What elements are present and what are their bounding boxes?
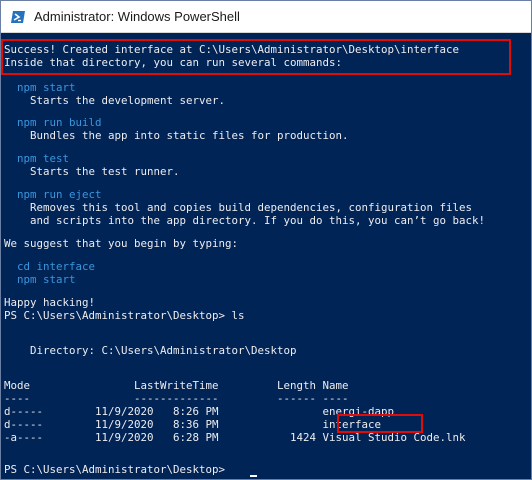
npm-build-description: Bundles the app into static files for pr… [4,129,349,142]
npm-start-description: Starts the development server. [4,94,226,107]
prompt-final-line: PS C:\Users\Administrator\Desktop> [4,463,232,476]
npm-test-command: npm test [4,152,70,165]
npm-eject-description-1: Removes this tool and copies build depen… [4,201,473,214]
listing-underline: ---- ------------- ------ ---- [4,392,349,405]
powershell-window: Administrator: Windows PowerShell Succes… [0,0,532,480]
listing-row: d----- 11/9/2020 8:26 PM energi-dapp [4,405,395,418]
powershell-icon [11,11,25,23]
npm-test-description: Starts the test runner. [4,165,180,178]
text-cursor [250,475,257,477]
listing-header: Mode LastWriteTime Length Name [4,379,349,392]
directory-line: Directory: C:\Users\Administrator\Deskto… [4,344,297,357]
prompt-ls-line: PS C:\Users\Administrator\Desktop> ls [4,309,245,322]
console-area[interactable]: Success! Created interface at C:\Users\A… [1,33,531,479]
suggestion-line: We suggest that you begin by typing: [4,237,239,250]
success-highlight-box [1,39,511,75]
title-bar[interactable]: Administrator: Windows PowerShell [1,1,531,33]
npm-build-command: npm run build [4,116,102,129]
window-title: Administrator: Windows PowerShell [34,9,240,24]
npm-eject-command: npm run eject [4,188,102,201]
interface-highlight-box [337,414,423,433]
npm-start-command: npm start [4,81,76,94]
happy-hacking-line: Happy hacking! [4,296,96,309]
listing-row: d----- 11/9/2020 8:36 PM interface [4,418,382,431]
cd-command: cd interface [4,260,96,273]
npm-start-suggestion: npm start [4,273,76,286]
npm-eject-description-2: and scripts into the app directory. If y… [4,214,486,227]
